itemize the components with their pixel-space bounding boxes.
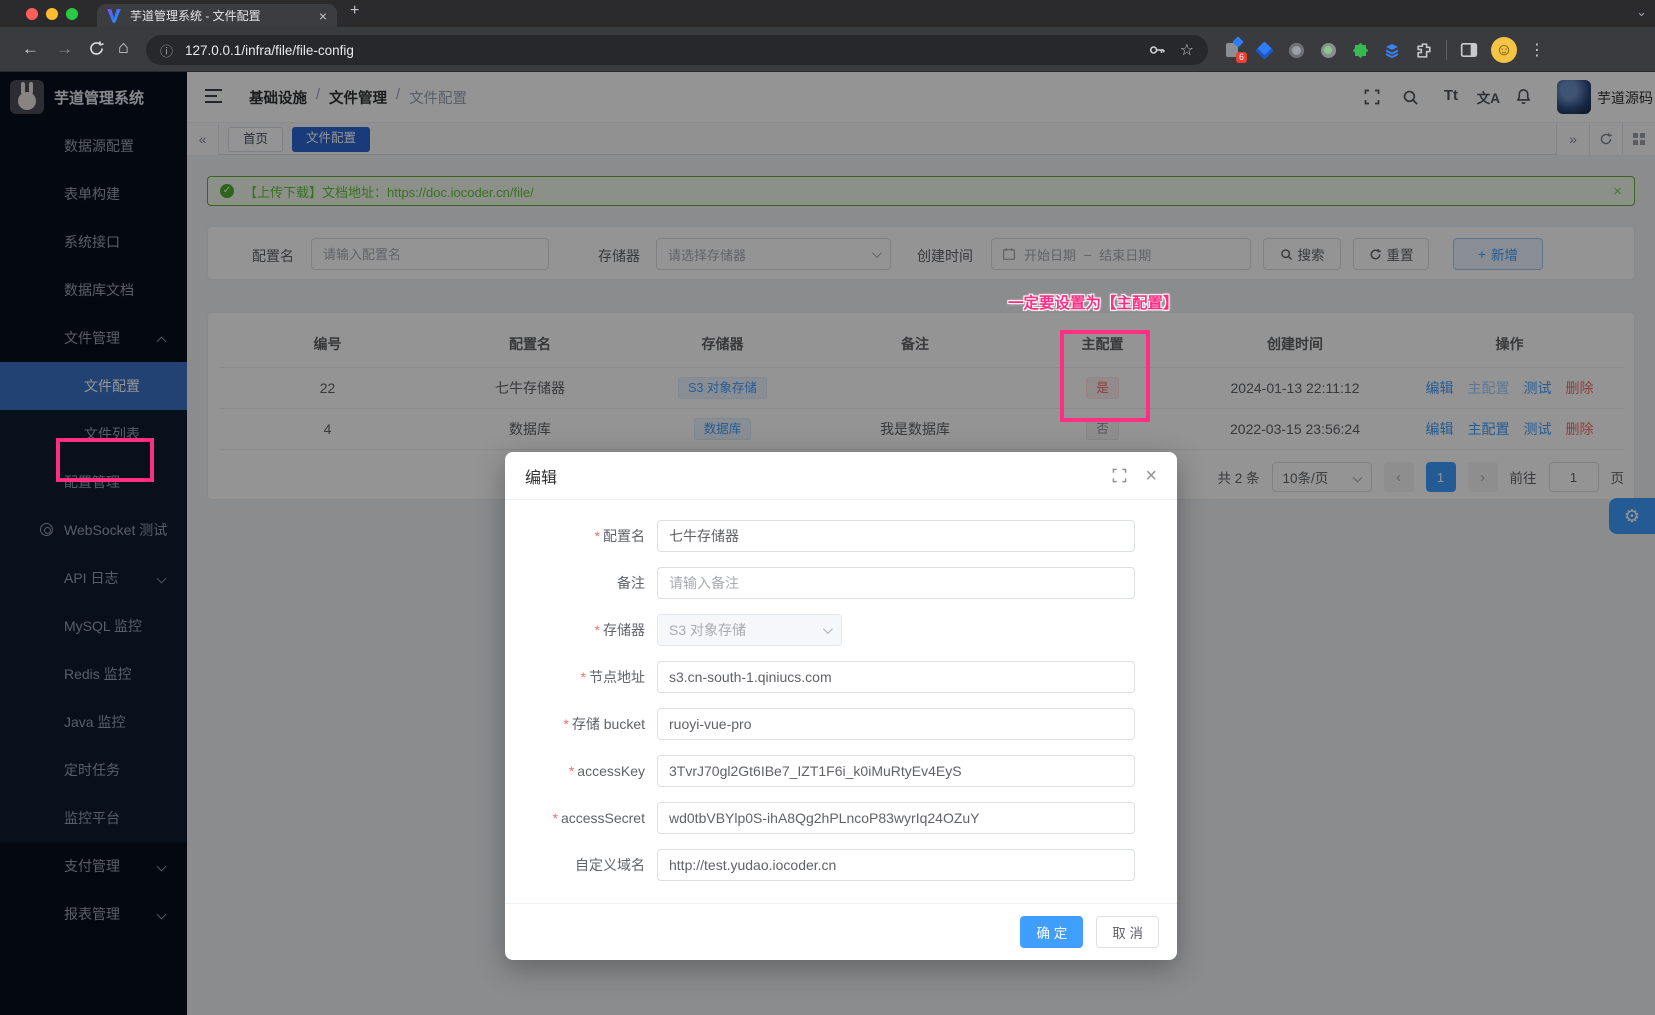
bucket-field[interactable] [657,708,1135,740]
browser-menu-icon[interactable]: ⋮ [1529,40,1545,60]
extension-icon[interactable]: 6 [1222,40,1242,60]
password-key-icon[interactable] [1148,41,1166,59]
field-label-name: *配置名 [525,526,657,546]
browser-profile-avatar[interactable]: ☺ [1491,37,1517,63]
traffic-close-button[interactable] [26,8,38,20]
endpoint-field[interactable] [657,661,1135,693]
dialog-close-icon[interactable]: × [1145,468,1157,484]
bookmark-star-icon[interactable]: ☆ [1180,40,1194,60]
extension-icon[interactable] [1254,40,1274,60]
field-label-accesssecret: *accessSecret [525,810,657,826]
name-field[interactable] [657,520,1135,552]
field-label-accesskey: *accessKey [525,763,657,779]
side-panel-icon[interactable] [1459,40,1479,60]
field-label-remark: 备注 [525,573,657,593]
browser-tabstrip: 芋道管理系统 - 文件配置 × + ⌄ [0,0,1655,27]
annotation-sidebar-box [56,438,154,482]
dialog-header: 编辑 × [505,452,1177,500]
url-text[interactable]: 127.0.0.1/infra/file/file-config [185,43,1148,58]
accesssecret-field[interactable] [657,802,1135,834]
reload-icon[interactable] [88,40,105,57]
home-icon[interactable]: ⌂ [118,36,129,58]
field-label-endpoint: *节点地址 [525,667,657,687]
extension-area: 6 ☺ ⋮ [1222,35,1545,65]
browser-tab[interactable]: 芋道管理系统 - 文件配置 × [97,4,337,27]
confirm-button[interactable]: 确 定 [1020,916,1083,948]
site-info-icon[interactable]: ⓘ [160,41,173,60]
extension-icon[interactable] [1350,40,1370,60]
back-icon[interactable]: ← [22,38,39,60]
address-bar[interactable]: ⓘ 127.0.0.1/infra/file/file-config ☆ [146,35,1208,65]
tab-overview-icon[interactable]: ⌄ [1636,4,1647,20]
accesskey-field[interactable] [657,755,1135,787]
dialog-title: 编辑 [525,464,557,488]
forward-icon[interactable]: → [56,38,73,60]
new-tab-button[interactable]: + [350,2,359,20]
annotation-master-column-box [1060,330,1150,422]
extension-icon[interactable] [1382,40,1402,60]
remark-field[interactable] [657,567,1135,599]
extension-icon[interactable] [1318,40,1338,60]
extension-badge: 6 [1236,52,1247,63]
extension-icon[interactable] [1286,40,1306,60]
domain-field[interactable] [657,849,1135,881]
edit-dialog: 编辑 × *配置名 备注 *存储器 S3 对象存储 *节点地址 *存储 b [505,452,1177,960]
browser-tab-title: 芋道管理系统 - 文件配置 [130,7,311,24]
traffic-minimize-button[interactable] [46,8,58,20]
traffic-zoom-button[interactable] [66,8,78,20]
extensions-puzzle-icon[interactable] [1414,40,1434,60]
tab-close-icon[interactable]: × [319,8,327,24]
site-favicon-icon [107,9,121,23]
browser-toolbar: ← → ⌂ ⓘ 127.0.0.1/infra/file/file-config… [0,27,1655,72]
dialog-body: *配置名 备注 *存储器 S3 对象存储 *节点地址 *存储 bucket *a… [505,500,1177,881]
toolbar-divider [1446,40,1447,60]
dialog-footer: 确 定 取 消 [505,903,1177,960]
field-label-domain: 自定义域名 [525,855,657,875]
dialog-fullscreen-icon[interactable] [1112,468,1127,483]
field-label-storage: *存储器 [525,620,657,640]
chevron-down-icon [823,624,833,634]
annotation-note: 一定要设置为【主配置】 [1008,291,1179,313]
field-label-bucket: *存储 bucket [525,714,657,734]
storage-select-disabled: S3 对象存储 [657,614,842,646]
cancel-button[interactable]: 取 消 [1096,916,1159,948]
